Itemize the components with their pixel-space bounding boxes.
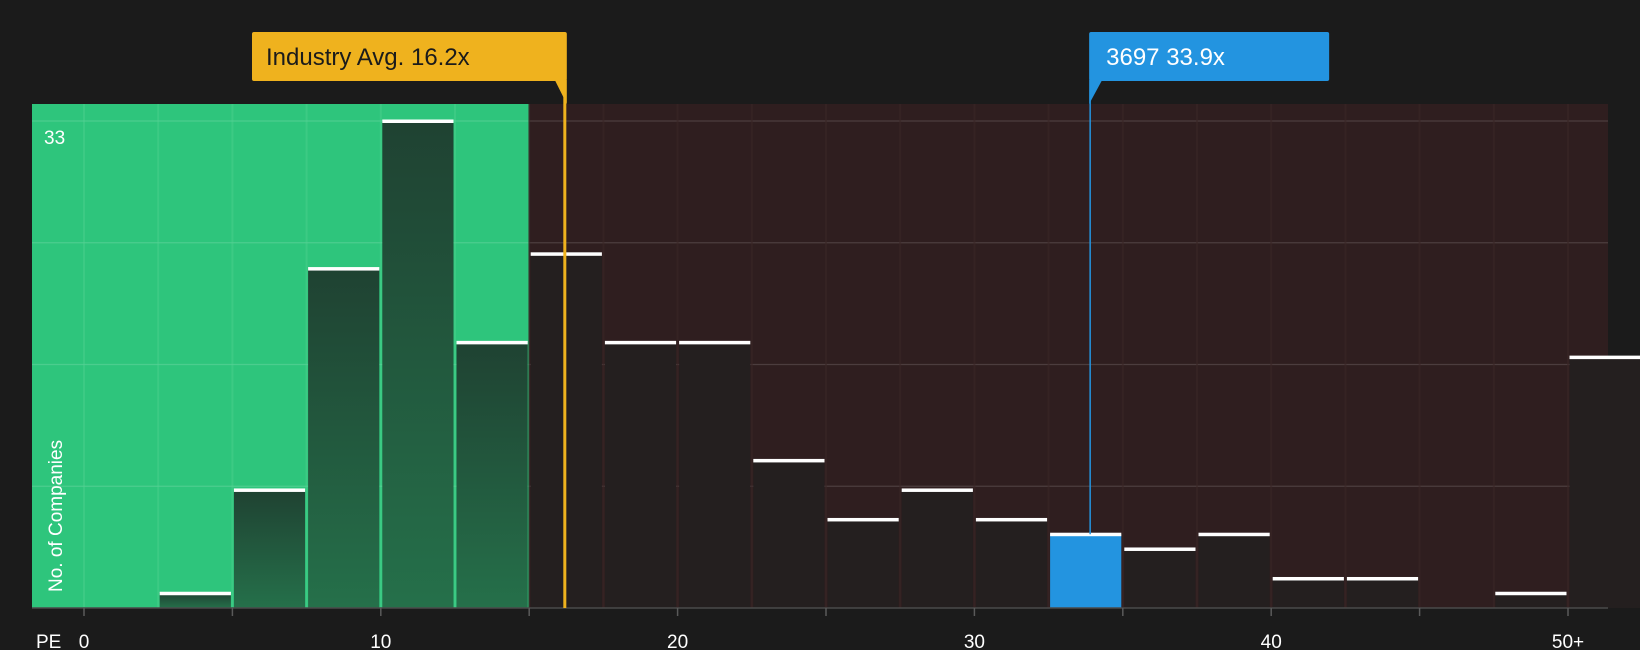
x-axis-label: PE [36, 632, 61, 650]
x-tick-label: 20 [667, 632, 688, 650]
column-separator [1418, 104, 1421, 608]
histogram-bar [975, 519, 1048, 608]
column-separator [231, 104, 234, 608]
histogram-bar [901, 489, 973, 608]
column-separator [1121, 104, 1124, 608]
bar-top-cap [604, 340, 677, 345]
column-separator [973, 104, 976, 608]
company-label: 3697 33.9x [1106, 44, 1225, 71]
bar-top-cap [1272, 576, 1344, 581]
column-separator [1567, 104, 1569, 608]
column-separator [1344, 104, 1347, 608]
bar-top-cap [753, 458, 825, 463]
bar-top-cap [1124, 547, 1196, 551]
column-separator [750, 104, 753, 608]
bar-top-cap [1495, 591, 1567, 596]
x-tick-label: 50+ [1552, 632, 1584, 650]
column-separator [676, 104, 679, 608]
histogram-bar [308, 268, 380, 608]
y-max-label: 33 [44, 128, 65, 149]
bar-top-cap [382, 119, 454, 123]
bar-top-cap [1346, 576, 1419, 581]
bar-top-cap [827, 517, 899, 522]
bar-top-cap [456, 340, 528, 345]
histogram-bar [1495, 593, 1567, 608]
histogram-bar [604, 342, 677, 608]
histogram-bar [1124, 548, 1196, 608]
bar-top-cap [679, 340, 751, 345]
x-tick-label: 30 [964, 632, 985, 650]
column-separator [825, 104, 827, 608]
column-separator [454, 104, 456, 608]
column-separator [899, 104, 902, 608]
histogram-bar [679, 342, 751, 608]
industry-average-label: Industry Avg. 16.2x [266, 44, 470, 71]
company-bar [1050, 534, 1122, 608]
bar-top-cap [233, 488, 306, 492]
column-separator [157, 104, 160, 608]
column-separator [379, 104, 382, 608]
column-separator [528, 104, 531, 608]
y-axis-label: No. of Companies [46, 440, 67, 592]
histogram-bar [1272, 578, 1344, 608]
bar-top-cap [975, 517, 1048, 522]
column-separator [1270, 104, 1273, 608]
column-separator [305, 104, 308, 608]
histogram-bar [456, 342, 528, 608]
bar-top-cap [308, 267, 380, 271]
bar-top-cap [1198, 532, 1270, 537]
histogram-bar [1198, 534, 1270, 608]
x-tick-label: 10 [370, 632, 391, 650]
column-separator [83, 104, 85, 608]
column-separator [602, 104, 605, 608]
x-tick-label: 0 [79, 632, 90, 650]
bar-top-cap [1050, 532, 1122, 537]
bar-top-cap [159, 591, 231, 596]
pe-distribution-chart: 0 10 20 30 40 50+ 33 No. of Companies PE Indu… [32, 32, 1640, 650]
column-separator [1196, 104, 1198, 608]
industry-average-pointer [554, 80, 567, 104]
column-separator [1492, 104, 1495, 608]
company-pointer [1089, 80, 1103, 104]
histogram-bar [159, 593, 231, 608]
histogram-bar [1346, 578, 1419, 608]
histogram-bar [382, 121, 454, 608]
histogram-bar [827, 519, 899, 608]
column-separator [1047, 104, 1050, 608]
x-tick-label: 40 [1261, 632, 1282, 650]
histogram-bar [753, 460, 825, 608]
x-axis-ticks: 0 10 20 30 40 50+ [79, 608, 1584, 650]
bar-top-cap [1569, 355, 1640, 360]
histogram-bar [1569, 357, 1640, 608]
histogram-bar [233, 489, 306, 608]
bar-top-cap [901, 488, 973, 492]
